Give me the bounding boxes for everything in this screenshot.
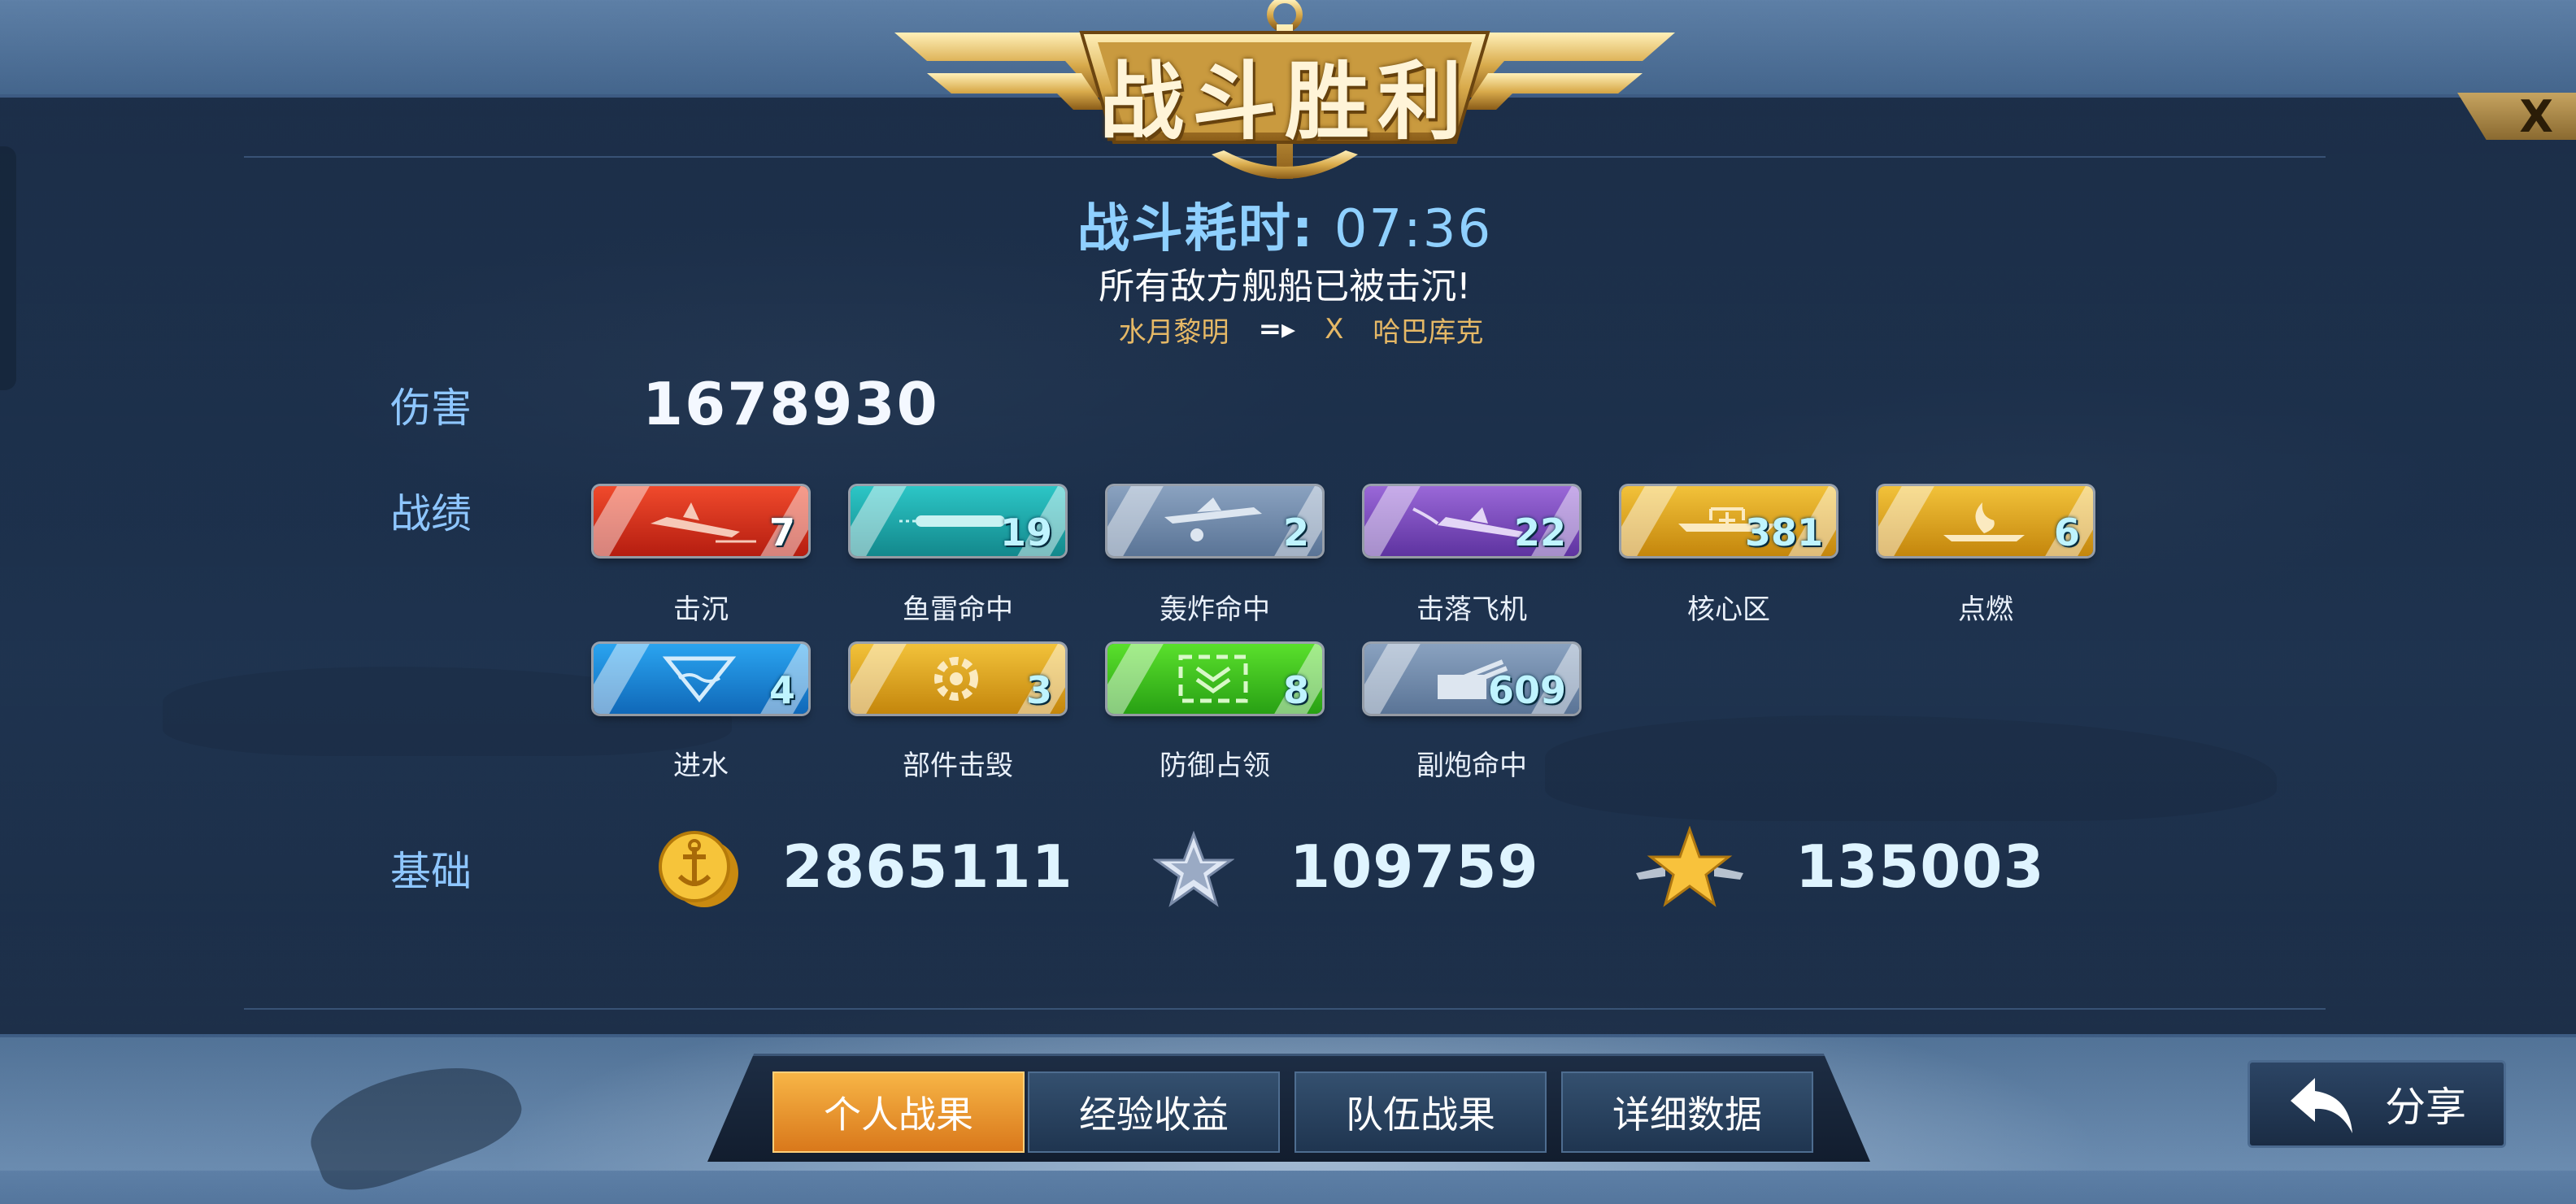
battle-time-label: 战斗耗时: bbox=[1077, 199, 1315, 259]
badge-value: 6 bbox=[2053, 511, 2080, 554]
badge-value: 19 bbox=[999, 511, 1052, 554]
badge-label: 击落飞机 bbox=[1416, 593, 1527, 626]
badge-value: 4 bbox=[768, 668, 795, 712]
badge-value: 7 bbox=[768, 511, 795, 554]
badge-value: 609 bbox=[1487, 668, 1566, 712]
matchup: 水月黎明 =▸ X 哈巴库克 bbox=[1057, 309, 1545, 350]
tab-team-results[interactable]: 队伍战果 bbox=[1295, 1071, 1547, 1153]
battle-time-value: 07:36 bbox=[1334, 199, 1493, 259]
badge-label: 击沉 bbox=[673, 593, 729, 626]
tab-experience-earnings[interactable]: 经验收益 bbox=[1028, 1071, 1280, 1153]
enemy-ship-name: 哈巴库克 bbox=[1373, 315, 1484, 349]
bomber-icon bbox=[1164, 498, 1262, 541]
badge-label: 轰炸命中 bbox=[1160, 593, 1270, 626]
silver-star-icon bbox=[1153, 831, 1234, 907]
tab-personal-results[interactable]: 个人战果 bbox=[772, 1071, 1025, 1153]
badge-value: 22 bbox=[1513, 511, 1566, 554]
badge-label: 点燃 bbox=[1958, 593, 2013, 626]
silver-star-value: 109759 bbox=[1290, 832, 1539, 901]
badge-value: 381 bbox=[1744, 511, 1823, 554]
gold-coin-icon bbox=[659, 831, 738, 907]
sinking-ship-icon bbox=[651, 502, 756, 543]
badge-label: 进水 bbox=[673, 750, 729, 782]
record-label: 战绩 bbox=[390, 490, 472, 537]
victory-title: 战斗胜利 bbox=[1099, 51, 1470, 151]
close-icon: X bbox=[2519, 90, 2553, 142]
fire-icon bbox=[1943, 502, 2025, 541]
badge-value: 8 bbox=[1282, 668, 1309, 712]
flooding-icon bbox=[662, 656, 737, 703]
victory-emblem: 战斗胜利 bbox=[894, 0, 1675, 195]
damage-label: 伤害 bbox=[390, 385, 472, 432]
defense-capture-icon bbox=[1178, 654, 1248, 703]
side-tab[interactable] bbox=[0, 146, 16, 390]
badge-core[interactable]: 381 bbox=[1621, 486, 1836, 556]
share-button[interactable]: 分享 bbox=[2247, 1060, 2506, 1148]
gear-destroyed-icon bbox=[934, 657, 978, 701]
battle-result-message: 所有敌方舰船已被击沉! bbox=[1099, 266, 1471, 307]
badge-secondary-gun[interactable]: 609 bbox=[1364, 644, 1579, 714]
badge-label: 鱼雷命中 bbox=[903, 593, 1013, 626]
badge-label: 防御占领 bbox=[1160, 750, 1270, 782]
badge-label: 部件击毁 bbox=[903, 750, 1013, 782]
battle-time: 战斗耗时: 07:36 bbox=[1041, 187, 1529, 262]
share-arrow-icon bbox=[2291, 1078, 2352, 1133]
badge-torpedo[interactable]: 19 bbox=[851, 486, 1065, 556]
base-label: 基础 bbox=[390, 848, 472, 895]
badge-bomb[interactable]: 2 bbox=[1107, 486, 1322, 556]
gold-star-icon bbox=[1636, 826, 1743, 907]
badge-fire[interactable]: 6 bbox=[1878, 486, 2093, 556]
gold-star-value: 135003 bbox=[1795, 832, 2045, 901]
badge-value: 3 bbox=[1025, 668, 1052, 712]
badge-label: 核心区 bbox=[1687, 593, 1770, 626]
badge-value: 2 bbox=[1282, 511, 1309, 554]
badge-sink[interactable]: 7 bbox=[594, 486, 808, 556]
badge-plane[interactable]: 22 bbox=[1364, 486, 1579, 556]
arrow-icon: =▸ bbox=[1258, 313, 1296, 346]
badge-label: 副炮命中 bbox=[1416, 750, 1527, 782]
coins-value: 2865111 bbox=[782, 832, 1073, 901]
share-label: 分享 bbox=[2385, 1084, 2466, 1131]
badge-defense[interactable]: 8 bbox=[1107, 644, 1322, 714]
player-ship-name: 水月黎明 bbox=[1118, 315, 1229, 349]
damage-value: 1678930 bbox=[642, 370, 939, 438]
vs-symbol: X bbox=[1325, 313, 1344, 346]
badge-component[interactable]: 3 bbox=[851, 644, 1065, 714]
tab-detailed-data[interactable]: 详细数据 bbox=[1561, 1071, 1813, 1153]
badge-flooding[interactable]: 4 bbox=[594, 644, 808, 714]
